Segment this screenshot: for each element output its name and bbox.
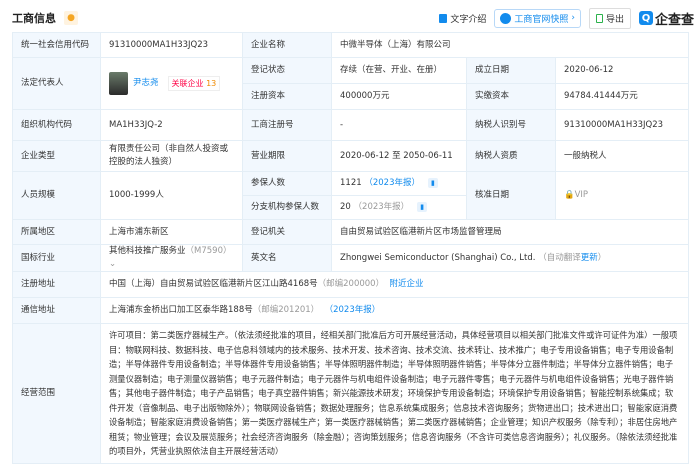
insured-label: 参保人数	[242, 171, 332, 196]
industry-value: 其他科技推广服务业	[109, 246, 186, 256]
insured-value: 1121	[340, 178, 362, 188]
section-title: 工商信息	[12, 12, 56, 25]
reg-no-label: 工商注册号	[242, 109, 332, 141]
branch-insured-value: 20	[340, 202, 351, 212]
status-label: 登记状态	[242, 57, 332, 84]
company-name-value: 中微半导体（上海）有限公司	[330, 32, 690, 58]
export-icon	[595, 13, 603, 23]
chart-icon[interactable]: ▮	[427, 178, 438, 188]
section-header: 工商信息 ● 文字介绍 工商官网快照 › 导出 Q 企查查	[12, 7, 694, 29]
auto-translate-note: （自动翻译	[538, 252, 581, 263]
logo-icon: Q	[638, 11, 653, 25]
authority-value: 自由贸易试验区临港新片区市场监督管理局	[330, 219, 690, 245]
text-intro-button[interactable]: 文字介绍	[439, 12, 486, 25]
en-name-cell: Zhongwei Semiconductor (Shanghai) Co., L…	[330, 244, 690, 272]
industry-code: （M7590）	[185, 246, 232, 256]
snapshot-button[interactable]: 工商官网快照 ›	[494, 8, 581, 28]
chart-icon[interactable]: ▮	[417, 202, 428, 212]
reg-address-cell: 中国（上海）自由贸易试验区临港新片区江山路4168号（邮编200000） 附近企…	[99, 271, 690, 298]
update-link[interactable]: 更新	[581, 253, 598, 263]
term-label: 营业期限	[242, 140, 332, 172]
related-companies-badge[interactable]: 关联企业 13	[167, 76, 221, 91]
legal-rep-label: 法定代表人	[12, 57, 101, 110]
document-icon	[439, 13, 448, 23]
legal-rep-name[interactable]: 尹志尧	[133, 77, 159, 90]
insured-year-link[interactable]: （2023年报）	[364, 178, 420, 188]
reg-address-label: 注册地址	[12, 271, 101, 298]
snapshot-label: 工商官网快照	[514, 14, 569, 25]
founded-label: 成立日期	[466, 57, 556, 84]
close-paren: ）	[597, 252, 607, 263]
reg-capital-label: 注册资本	[242, 83, 332, 110]
industry-label: 国标行业	[12, 244, 101, 272]
company-name-label: 企业名称	[242, 32, 332, 58]
mail-zip: （邮编201201）	[252, 305, 320, 315]
mail-address-value: 上海浦东金桥出口加工区泰华路188号	[109, 305, 253, 315]
export-label: 导出	[605, 14, 624, 25]
founded-value: 2020-06-12	[554, 57, 690, 84]
related-count: 13	[206, 79, 217, 88]
region-label: 所属地区	[12, 219, 101, 245]
insured-cell: 1121 （2023年报） ▮	[331, 171, 467, 196]
company-type-label: 企业类型	[12, 140, 101, 172]
branch-insured-year: （2023年报）	[353, 202, 410, 212]
chevron-down-icon[interactable]: ⌄	[109, 259, 116, 269]
tax-id-value: 91310000MA1H33JQ23	[554, 109, 690, 141]
reg-zip: （邮编200000）	[317, 279, 385, 289]
tax-qual-label: 纳税人资质	[466, 140, 556, 172]
authority-label: 登记机关	[242, 219, 332, 245]
lock-icon: 🔒	[564, 190, 575, 200]
approval-label: 核准日期	[466, 171, 556, 220]
legal-rep-cell: 尹志尧 关联企业 13	[100, 57, 243, 110]
branch-insured-label: 分支机构参保人数	[242, 195, 332, 220]
nearby-companies-link[interactable]: 附近企业	[390, 279, 424, 289]
paid-capital-label: 实缴资本	[466, 83, 556, 110]
mail-address-label: 通信地址	[12, 297, 101, 324]
company-type-value: 有限责任公司（非自然人投资或控股的法人独资）	[100, 140, 243, 172]
export-button[interactable]: 导出	[588, 7, 631, 29]
org-code-value: MA1H33JQ-2	[100, 109, 243, 141]
branch-insured-cell: 20 （2023年报） ▮	[331, 195, 467, 220]
bell-icon[interactable]: ●	[64, 11, 78, 25]
logo-text: 企查查	[654, 12, 694, 28]
credit-code-value: 91310000MA1H33JQ23	[100, 32, 243, 58]
staff-label: 人员规模	[12, 171, 101, 220]
logo: Q 企查查	[638, 9, 694, 28]
mail-address-cell: 上海浦东金桥出口加工区泰华路188号（邮编201201） （2023年报）	[99, 297, 690, 324]
reg-capital-value: 400000万元	[331, 83, 467, 110]
en-name-label: 英文名	[242, 244, 332, 272]
en-name-value: Zhongwei Semiconductor (Shanghai) Co., L…	[340, 252, 536, 263]
approval-cell[interactable]: 🔒VIP	[554, 171, 690, 220]
credit-code-label: 统一社会信用代码	[12, 32, 101, 58]
text-intro-label: 文字介绍	[450, 14, 487, 25]
avatar[interactable]	[109, 72, 128, 95]
mail-year-link[interactable]: （2023年报）	[325, 305, 381, 315]
scope-label: 经营范围	[12, 323, 101, 464]
vip-label: VIP	[574, 190, 589, 200]
term-value: 2020-06-12 至 2050-06-11	[331, 140, 467, 172]
business-info-table: 统一社会信用代码 91310000MA1H33JQ23 企业名称 中微半导体（上…	[12, 32, 690, 464]
tax-qual-value: 一般纳税人	[554, 140, 690, 172]
scope-value: 许可项目：第二类医疗器械生产。（依法须经批准的项目，经相关部门批准后方可开展经营…	[99, 323, 690, 464]
snapshot-icon	[500, 12, 512, 24]
related-label: 关联企业	[171, 79, 204, 88]
tax-id-label: 纳税人识别号	[466, 109, 556, 141]
paid-capital-value: 94784.41444万元	[554, 83, 690, 110]
region-value: 上海市浦东新区	[100, 219, 243, 245]
industry-cell[interactable]: 其他科技推广服务业（M7590） ⌄	[100, 244, 243, 272]
staff-value: 1000-1999人	[100, 171, 243, 220]
reg-no-value: -	[331, 109, 467, 141]
org-code-label: 组织机构代码	[12, 109, 101, 141]
status-value: 存续（在营、开业、在册）	[331, 57, 467, 84]
reg-address-value: 中国（上海）自由贸易试验区临港新片区江山路4168号	[109, 279, 318, 289]
